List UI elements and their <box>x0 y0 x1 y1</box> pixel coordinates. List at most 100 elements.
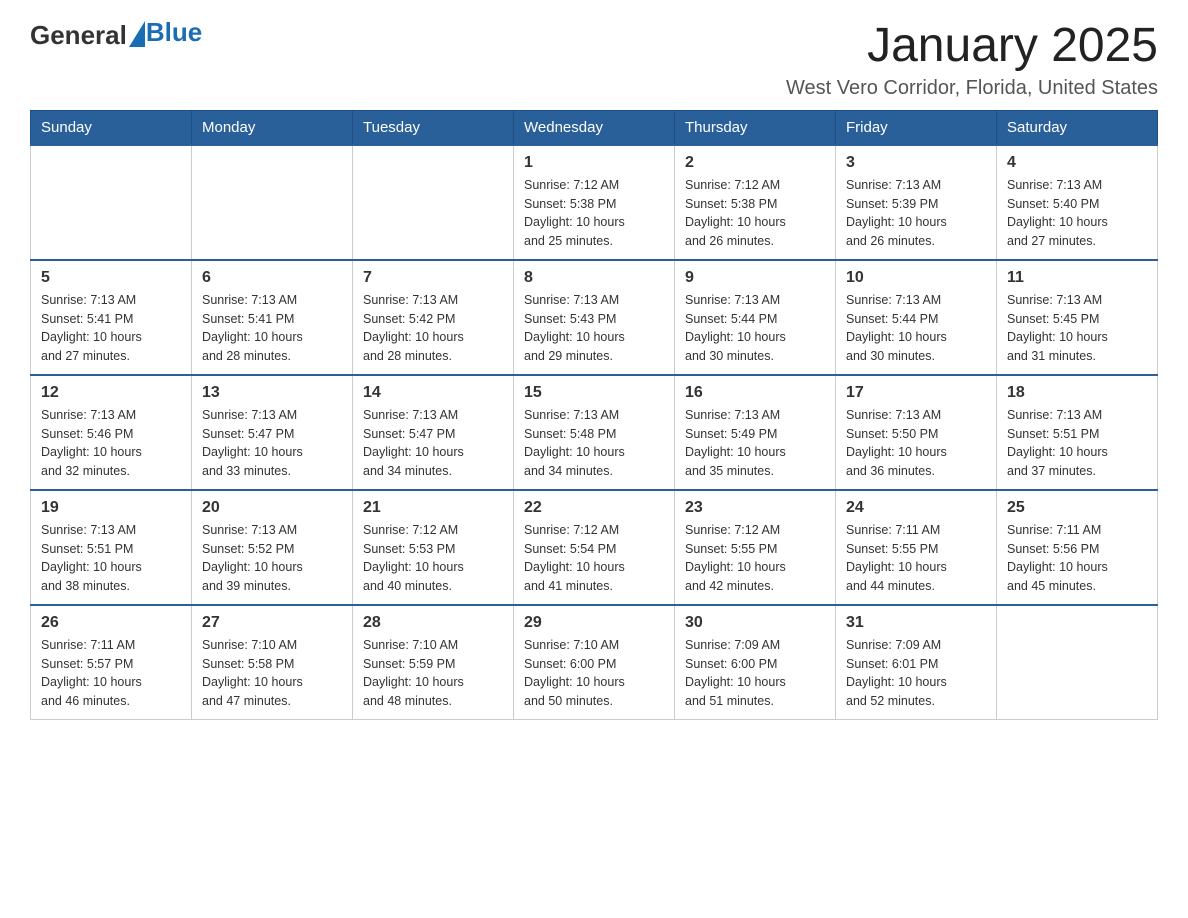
day-info: Sunrise: 7:13 AM Sunset: 5:48 PM Dayligh… <box>524 406 664 481</box>
calendar-cell: 19 Sunrise: 7:13 AM Sunset: 5:51 PM Dayli… <box>31 490 192 605</box>
calendar-header-thursday: Thursday <box>675 110 836 145</box>
calendar-cell <box>353 145 514 260</box>
day-info: Sunrise: 7:10 AM Sunset: 5:59 PM Dayligh… <box>363 636 503 711</box>
calendar-cell: 1 Sunrise: 7:12 AM Sunset: 5:38 PM Daylig… <box>514 145 675 260</box>
calendar-cell: 2 Sunrise: 7:12 AM Sunset: 5:38 PM Daylig… <box>675 145 836 260</box>
calendar-cell: 23 Sunrise: 7:12 AM Sunset: 5:55 PM Dayli… <box>675 490 836 605</box>
day-number: 25 <box>1007 499 1147 517</box>
day-info: Sunrise: 7:10 AM Sunset: 5:58 PM Dayligh… <box>202 636 342 711</box>
calendar-cell: 14Sunrise: 7:13 AM Sunset: 5:47 PM Dayli… <box>353 375 514 490</box>
day-info: Sunrise: 7:13 AM Sunset: 5:41 PM Dayligh… <box>202 291 342 366</box>
day-info: Sunrise: 7:13 AM Sunset: 5:42 PM Dayligh… <box>363 291 503 366</box>
day-info: Sunrise: 7:13 AM Sunset: 5:47 PM Dayligh… <box>363 406 503 481</box>
day-info: Sunrise: 7:13 AM Sunset: 5:47 PM Dayligh… <box>202 406 342 481</box>
calendar-cell: 28 Sunrise: 7:10 AM Sunset: 5:59 PM Dayli… <box>353 605 514 720</box>
calendar-cell: 11 Sunrise: 7:13 AM Sunset: 5:45 PM Dayli… <box>997 260 1158 375</box>
calendar-cell: 7 Sunrise: 7:13 AM Sunset: 5:42 PM Daylig… <box>353 260 514 375</box>
day-number: 19 <box>41 499 181 517</box>
calendar-cell: 12Sunrise: 7:13 AM Sunset: 5:46 PM Dayli… <box>31 375 192 490</box>
calendar-cell: 9Sunrise: 7:13 AM Sunset: 5:44 PM Daylig… <box>675 260 836 375</box>
day-info: Sunrise: 7:13 AM Sunset: 5:50 PM Dayligh… <box>846 406 986 481</box>
calendar-cell: 22Sunrise: 7:12 AM Sunset: 5:54 PM Dayli… <box>514 490 675 605</box>
day-number: 10 <box>846 269 986 287</box>
day-number: 3 <box>846 154 986 172</box>
day-number: 26 <box>41 614 181 632</box>
day-number: 13 <box>202 384 342 402</box>
day-info: Sunrise: 7:12 AM Sunset: 5:38 PM Dayligh… <box>685 176 825 251</box>
day-number: 18 <box>1007 384 1147 402</box>
calendar-header-wednesday: Wednesday <box>514 110 675 145</box>
day-number: 16 <box>685 384 825 402</box>
calendar-header-sunday: Sunday <box>31 110 192 145</box>
calendar-cell <box>997 605 1158 720</box>
day-number: 5 <box>41 269 181 287</box>
day-number: 29 <box>524 614 664 632</box>
calendar-cell: 4Sunrise: 7:13 AM Sunset: 5:40 PM Daylig… <box>997 145 1158 260</box>
calendar-header-tuesday: Tuesday <box>353 110 514 145</box>
calendar-cell: 30Sunrise: 7:09 AM Sunset: 6:00 PM Dayli… <box>675 605 836 720</box>
location: West Vero Corridor, Florida, United Stat… <box>786 77 1158 100</box>
day-number: 23 <box>685 499 825 517</box>
calendar-cell <box>192 145 353 260</box>
day-info: Sunrise: 7:13 AM Sunset: 5:46 PM Dayligh… <box>41 406 181 481</box>
day-number: 24 <box>846 499 986 517</box>
day-number: 28 <box>363 614 503 632</box>
day-info: Sunrise: 7:11 AM Sunset: 5:56 PM Dayligh… <box>1007 521 1147 596</box>
calendar-cell: 16Sunrise: 7:13 AM Sunset: 5:49 PM Dayli… <box>675 375 836 490</box>
calendar-cell: 5 Sunrise: 7:13 AM Sunset: 5:41 PM Daylig… <box>31 260 192 375</box>
calendar-header-saturday: Saturday <box>997 110 1158 145</box>
calendar-cell: 20Sunrise: 7:13 AM Sunset: 5:52 PM Dayli… <box>192 490 353 605</box>
calendar-header-row: SundayMondayTuesdayWednesdayThursdayFrid… <box>31 110 1158 145</box>
title-block: January 2025 West Vero Corridor, Florida… <box>786 20 1158 100</box>
day-number: 9 <box>685 269 825 287</box>
day-number: 7 <box>363 269 503 287</box>
calendar-cell: 26 Sunrise: 7:11 AM Sunset: 5:57 PM Dayli… <box>31 605 192 720</box>
page-header: General Blue January 2025 West Vero Corr… <box>30 20 1158 100</box>
logo-triangle-icon <box>129 21 145 47</box>
calendar-cell: 29Sunrise: 7:10 AM Sunset: 6:00 PM Dayli… <box>514 605 675 720</box>
calendar-week-1: 1 Sunrise: 7:12 AM Sunset: 5:38 PM Daylig… <box>31 145 1158 260</box>
day-info: Sunrise: 7:13 AM Sunset: 5:41 PM Dayligh… <box>41 291 181 366</box>
calendar-cell: 24 Sunrise: 7:11 AM Sunset: 5:55 PM Dayli… <box>836 490 997 605</box>
day-info: Sunrise: 7:12 AM Sunset: 5:53 PM Dayligh… <box>363 521 503 596</box>
day-info: Sunrise: 7:12 AM Sunset: 5:55 PM Dayligh… <box>685 521 825 596</box>
day-info: Sunrise: 7:13 AM Sunset: 5:51 PM Dayligh… <box>1007 406 1147 481</box>
calendar-cell: 18 Sunrise: 7:13 AM Sunset: 5:51 PM Dayli… <box>997 375 1158 490</box>
calendar-table: SundayMondayTuesdayWednesdayThursdayFrid… <box>30 110 1158 720</box>
day-number: 11 <box>1007 269 1147 287</box>
day-info: Sunrise: 7:11 AM Sunset: 5:55 PM Dayligh… <box>846 521 986 596</box>
calendar-header-monday: Monday <box>192 110 353 145</box>
day-number: 22 <box>524 499 664 517</box>
day-number: 15 <box>524 384 664 402</box>
day-info: Sunrise: 7:13 AM Sunset: 5:44 PM Dayligh… <box>846 291 986 366</box>
calendar-week-3: 12Sunrise: 7:13 AM Sunset: 5:46 PM Dayli… <box>31 375 1158 490</box>
calendar-cell: 10 Sunrise: 7:13 AM Sunset: 5:44 PM Dayli… <box>836 260 997 375</box>
calendar-week-5: 26 Sunrise: 7:11 AM Sunset: 5:57 PM Dayli… <box>31 605 1158 720</box>
logo: General Blue <box>30 20 202 51</box>
day-info: Sunrise: 7:11 AM Sunset: 5:57 PM Dayligh… <box>41 636 181 711</box>
calendar-cell: 21Sunrise: 7:12 AM Sunset: 5:53 PM Dayli… <box>353 490 514 605</box>
day-info: Sunrise: 7:13 AM Sunset: 5:43 PM Dayligh… <box>524 291 664 366</box>
calendar-cell: 17Sunrise: 7:13 AM Sunset: 5:50 PM Dayli… <box>836 375 997 490</box>
day-number: 30 <box>685 614 825 632</box>
month-title: January 2025 <box>786 20 1158 73</box>
day-number: 6 <box>202 269 342 287</box>
day-number: 2 <box>685 154 825 172</box>
day-info: Sunrise: 7:13 AM Sunset: 5:51 PM Dayligh… <box>41 521 181 596</box>
day-number: 1 <box>524 154 664 172</box>
calendar-cell <box>31 145 192 260</box>
day-info: Sunrise: 7:13 AM Sunset: 5:45 PM Dayligh… <box>1007 291 1147 366</box>
day-number: 20 <box>202 499 342 517</box>
calendar-cell: 3Sunrise: 7:13 AM Sunset: 5:39 PM Daylig… <box>836 145 997 260</box>
logo-general-text: General <box>30 20 127 51</box>
day-number: 27 <box>202 614 342 632</box>
day-number: 31 <box>846 614 986 632</box>
calendar-cell: 8Sunrise: 7:13 AM Sunset: 5:43 PM Daylig… <box>514 260 675 375</box>
calendar-cell: 31Sunrise: 7:09 AM Sunset: 6:01 PM Dayli… <box>836 605 997 720</box>
day-info: Sunrise: 7:13 AM Sunset: 5:40 PM Dayligh… <box>1007 176 1147 251</box>
calendar-header-friday: Friday <box>836 110 997 145</box>
calendar-cell: 13 Sunrise: 7:13 AM Sunset: 5:47 PM Dayli… <box>192 375 353 490</box>
calendar-cell: 27 Sunrise: 7:10 AM Sunset: 5:58 PM Dayli… <box>192 605 353 720</box>
calendar-week-2: 5 Sunrise: 7:13 AM Sunset: 5:41 PM Daylig… <box>31 260 1158 375</box>
day-info: Sunrise: 7:12 AM Sunset: 5:38 PM Dayligh… <box>524 176 664 251</box>
